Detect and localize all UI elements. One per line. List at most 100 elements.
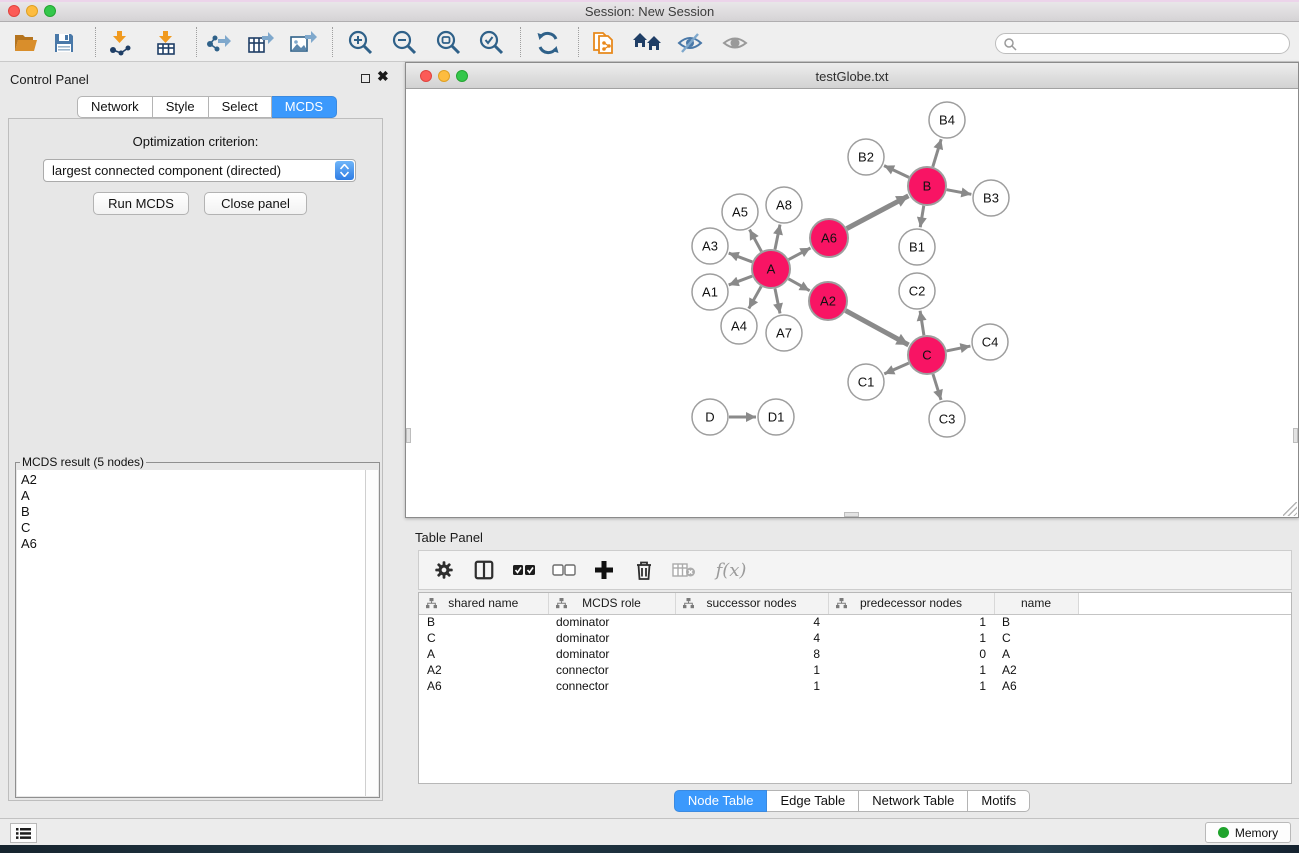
add-column-icon[interactable] [591, 557, 617, 583]
destroy-table-icon[interactable] [671, 557, 697, 583]
network-graph[interactable]: B4B2BB3A8A5A6A3B1AA1C2A2A4A7C4CC1C3DD1 [406, 89, 1298, 517]
edge-A-A3[interactable] [729, 253, 753, 262]
zoom-selected-icon[interactable] [477, 29, 507, 56]
cell-successor-nodes[interactable]: 4 [675, 630, 828, 646]
tab-edge-table[interactable]: Edge Table [767, 790, 859, 812]
export-table-icon[interactable] [246, 29, 276, 56]
column-header-MCDS-role[interactable]: MCDS role [548, 593, 675, 614]
network-window-titlebar[interactable]: testGlobe.txt [406, 63, 1298, 89]
edge-C-C3[interactable] [933, 374, 941, 400]
cell-shared-name[interactable]: C [419, 630, 548, 646]
import-table-icon[interactable] [151, 29, 181, 56]
cell-successor-nodes[interactable]: 8 [675, 646, 828, 662]
zoom-in-icon[interactable] [346, 29, 376, 56]
import-network-icon[interactable] [105, 29, 135, 56]
result-scrollbar[interactable] [365, 470, 378, 796]
show-hidden-icon[interactable] [720, 29, 750, 56]
cell-name[interactable]: B [994, 614, 1078, 630]
node-A2[interactable]: A2 [809, 282, 847, 320]
column-header-shared-name[interactable]: shared name [419, 593, 548, 614]
node-B2[interactable]: B2 [848, 139, 884, 175]
node-C3[interactable]: C3 [929, 401, 965, 437]
edge-A-A4[interactable] [749, 286, 761, 308]
tab-motifs[interactable]: Motifs [968, 790, 1030, 812]
tab-select[interactable]: Select [209, 96, 272, 118]
refresh-view-icon[interactable] [533, 29, 563, 56]
node-B[interactable]: B [908, 167, 946, 205]
node-A[interactable]: A [752, 250, 790, 288]
edge-B-B4[interactable] [933, 139, 941, 167]
result-item[interactable]: A2 [21, 472, 378, 488]
function-builder-icon[interactable]: f(x) [711, 557, 751, 583]
result-item[interactable]: B [21, 504, 378, 520]
cell-name[interactable]: A [994, 646, 1078, 662]
cell-name[interactable]: A2 [994, 662, 1078, 678]
edge-A2-C[interactable] [846, 311, 909, 345]
tab-network-table[interactable]: Network Table [859, 790, 968, 812]
result-item[interactable]: A6 [21, 536, 378, 552]
cell-shared-name[interactable]: A6 [419, 678, 548, 694]
table-row[interactable]: A2connector11A2 [419, 662, 1291, 678]
edge-A-A6[interactable] [789, 248, 811, 260]
table-row[interactable]: Adominator80A [419, 646, 1291, 662]
node-A7[interactable]: A7 [766, 315, 802, 351]
cell-predecessor-nodes[interactable]: 1 [828, 662, 994, 678]
panel-columns-icon[interactable] [471, 557, 497, 583]
window-resize-grip[interactable] [1283, 502, 1297, 516]
node-C[interactable]: C [908, 336, 946, 374]
hide-selected-icon[interactable] [675, 29, 705, 56]
node-A5[interactable]: A5 [722, 194, 758, 230]
node-A4[interactable]: A4 [721, 308, 757, 344]
close-panel-button[interactable]: Close panel [204, 192, 307, 215]
network-canvas[interactable]: B4B2BB3A8A5A6A3B1AA1C2A2A4A7C4CC1C3DD1 [406, 89, 1298, 517]
tab-node-table[interactable]: Node Table [674, 790, 768, 812]
cell-successor-nodes[interactable]: 1 [675, 662, 828, 678]
cell-shared-name[interactable]: B [419, 614, 548, 630]
close-panel-icon[interactable]: ✖ [377, 68, 389, 85]
node-D[interactable]: D [692, 399, 728, 435]
column-header-predecessor-nodes[interactable]: predecessor nodes [828, 593, 994, 614]
cell-MCDS-role[interactable]: connector [548, 678, 675, 694]
cell-MCDS-role[interactable]: dominator [548, 614, 675, 630]
cell-MCDS-role[interactable]: dominator [548, 646, 675, 662]
node-C4[interactable]: C4 [972, 324, 1008, 360]
cell-successor-nodes[interactable]: 1 [675, 678, 828, 694]
node-B3[interactable]: B3 [973, 180, 1009, 216]
zoom-fit-icon[interactable] [434, 29, 464, 56]
zoom-out-icon[interactable] [390, 29, 420, 56]
save-session-icon[interactable] [49, 29, 79, 56]
open-session-icon[interactable] [11, 29, 41, 56]
optimization-select[interactable]: largest connected component (directed) [43, 159, 356, 182]
table-header-row[interactable]: shared nameMCDS rolesuccessor nodesprede… [419, 593, 1291, 614]
edge-A-A7[interactable] [775, 289, 780, 314]
edge-C-C2[interactable] [920, 311, 924, 335]
select-all-columns-icon[interactable] [511, 557, 537, 583]
node-A1[interactable]: A1 [692, 274, 728, 310]
edge-B-B3[interactable] [947, 190, 972, 195]
edge-A-A1[interactable] [729, 276, 753, 285]
cell-shared-name[interactable]: A2 [419, 662, 548, 678]
home-view-icon[interactable] [632, 29, 662, 56]
deselect-all-columns-icon[interactable] [551, 557, 577, 583]
edge-C-C4[interactable] [947, 346, 971, 351]
column-header-successor-nodes[interactable]: successor nodes [675, 593, 828, 614]
edge-B-B2[interactable] [884, 166, 909, 178]
cell-predecessor-nodes[interactable]: 1 [828, 614, 994, 630]
export-network-icon[interactable] [203, 29, 233, 56]
float-panel-icon[interactable] [361, 74, 370, 83]
edge-C-C1[interactable] [884, 363, 908, 374]
cell-MCDS-role[interactable]: connector [548, 662, 675, 678]
export-image-icon[interactable] [288, 29, 318, 56]
table-settings-icon[interactable] [431, 557, 457, 583]
delete-column-icon[interactable] [631, 557, 657, 583]
right-splitter-handle[interactable] [1293, 428, 1298, 443]
tab-mcds[interactable]: MCDS [272, 96, 337, 118]
duplicate-network-icon[interactable] [589, 29, 619, 56]
edge-A-A2[interactable] [788, 279, 809, 291]
edge-A6-B[interactable] [847, 196, 909, 229]
memory-button[interactable]: Memory [1205, 822, 1291, 843]
table-row[interactable]: Cdominator41C [419, 630, 1291, 646]
column-header-name[interactable]: name [994, 593, 1078, 614]
cell-predecessor-nodes[interactable]: 0 [828, 646, 994, 662]
edge-B-B1[interactable] [920, 206, 924, 228]
